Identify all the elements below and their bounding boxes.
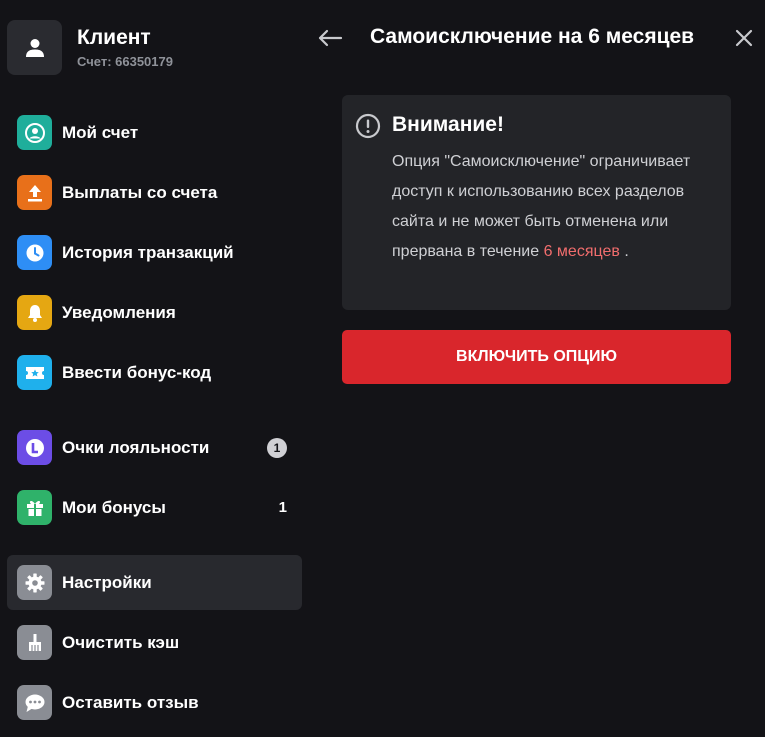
sidebar: Клиент Счет: 66350179 Мой счет Выплаты с… — [0, 0, 310, 737]
sidebar-item-label: Оставить отзыв — [62, 692, 199, 712]
account-circle-icon — [17, 115, 52, 150]
upload-icon — [17, 175, 52, 210]
sidebar-item-label: Очки лояльности — [62, 437, 210, 457]
sidebar-item-label: Мои бонусы — [62, 497, 166, 517]
sidebar-item-my-bonuses[interactable]: Мои бонусы 1 — [7, 480, 302, 535]
sidebar-item-label: Настройки — [62, 572, 152, 592]
sidebar-item-clear-cache[interactable]: Очистить кэш — [7, 615, 302, 670]
chat-bubble-icon — [17, 685, 52, 720]
sidebar-item-bonus-code[interactable]: Ввести бонус-код — [7, 345, 302, 400]
enable-option-button[interactable]: ВКЛЮЧИТЬ ОПЦИЮ — [342, 330, 731, 384]
gear-icon — [17, 565, 52, 600]
warning-title: Внимание! — [392, 113, 504, 136]
sidebar-item-label: Мой счет — [62, 122, 139, 142]
profile-name: Клиент — [77, 26, 151, 49]
warning-box: Внимание! Опция "Самоисключение" огранич… — [342, 95, 731, 310]
sidebar-item-label: История транзакций — [62, 242, 234, 262]
panel-header: Самоисключение на 6 месяцев — [310, 0, 765, 76]
warning-text: Опция "Самоисключение" ограничивает дост… — [392, 147, 722, 267]
sidebar-item-label: Выплаты со счета — [62, 182, 218, 202]
warning-text-end: . — [619, 243, 629, 260]
profile: Клиент Счет: 66350179 — [7, 20, 173, 75]
avatar — [7, 20, 62, 75]
bonuses-count: 1 — [278, 499, 287, 516]
account-number: Счет: 66350179 — [77, 54, 173, 69]
loyalty-l-icon — [17, 430, 52, 465]
sidebar-item-label: Очистить кэш — [62, 632, 180, 652]
broom-icon — [17, 625, 52, 660]
warning-period: 6 месяцев — [543, 243, 620, 260]
sidebar-item-history[interactable]: История транзакций — [7, 225, 302, 280]
clock-icon — [17, 235, 52, 270]
sidebar-item-withdrawals[interactable]: Выплаты со счета — [7, 165, 302, 220]
sidebar-item-loyalty-points[interactable]: Очки лояльности 1 — [7, 420, 302, 475]
sidebar-item-label: Уведомления — [62, 302, 176, 322]
sidebar-item-settings[interactable]: Настройки — [7, 555, 302, 610]
gift-icon — [17, 490, 52, 525]
sidebar-item-notifications[interactable]: Уведомления — [7, 285, 302, 340]
user-icon — [25, 38, 44, 57]
ticket-star-icon — [17, 355, 52, 390]
close-icon — [735, 29, 753, 47]
arrow-left-icon — [318, 29, 343, 47]
close-button[interactable] — [732, 26, 756, 50]
back-button[interactable] — [316, 24, 344, 52]
warning-text-body: Опция "Самоисключение" ограничивает дост… — [392, 153, 691, 260]
bell-icon — [17, 295, 52, 330]
sidebar-item-label: Ввести бонус-код — [62, 362, 212, 382]
sidebar-item-my-account[interactable]: Мой счет — [7, 105, 302, 160]
exclamation-circle-icon — [355, 113, 381, 139]
loyalty-count-badge: 1 — [267, 437, 287, 458]
page-title: Самоисключение на 6 месяцев — [370, 25, 695, 48]
sidebar-item-feedback[interactable]: Оставить отзыв — [7, 675, 302, 730]
